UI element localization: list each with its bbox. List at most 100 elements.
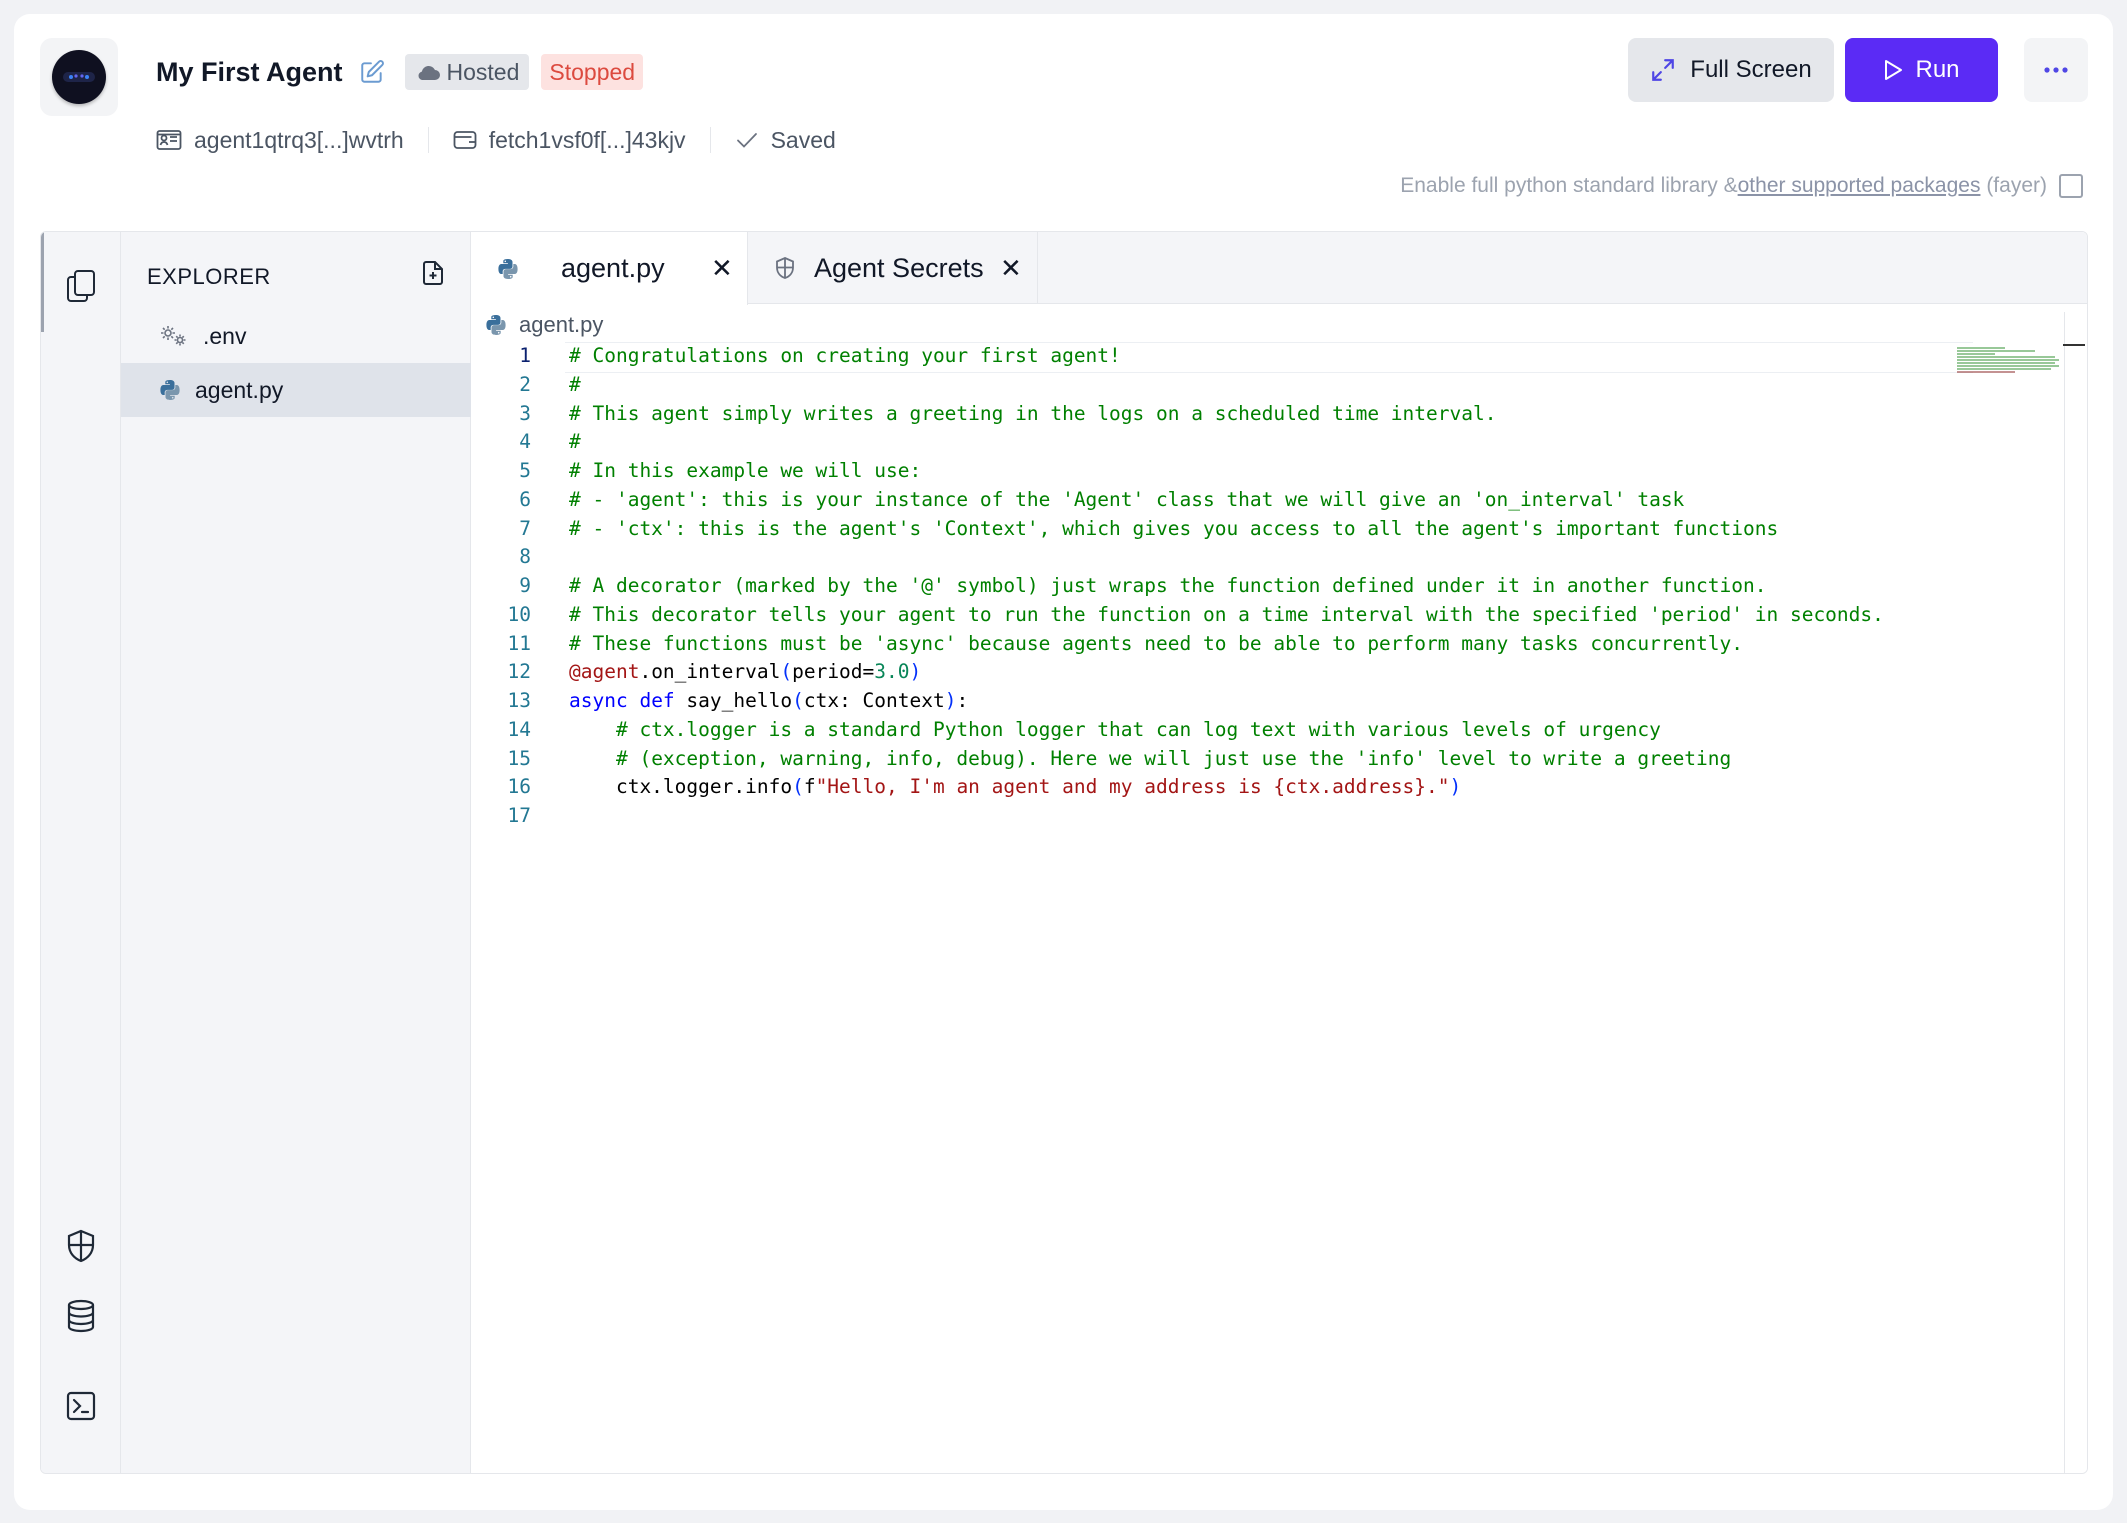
agent-name: My First Agent: [156, 56, 343, 87]
breadcrumb-file[interactable]: agent.py: [519, 312, 603, 338]
minimap[interactable]: [1955, 346, 2061, 376]
code-text: async def say_hello(ctx: Context):: [569, 689, 969, 712]
stdlib-text: Enable full python standard library &: [1400, 174, 1738, 197]
line-number: 17: [507, 804, 531, 827]
line-number: 13: [507, 689, 531, 712]
code-text: # - 'ctx': this is the agent's 'Context'…: [569, 516, 1779, 540]
database-icon[interactable]: [63, 1298, 99, 1334]
stdlib-suffix: (fayer): [1986, 174, 2047, 197]
run-label: Run: [1915, 56, 1960, 83]
file-name: .env: [203, 322, 247, 349]
expand-icon: [1652, 59, 1675, 81]
divider: [427, 127, 429, 153]
line-number: 7: [519, 516, 531, 540]
code-content[interactable]: 1 # Congratulations on creating your firs…: [471, 342, 2063, 831]
wallet-icon: [453, 131, 477, 149]
line-number: 14: [507, 717, 531, 741]
code-text: ctx.logger.info(f"Hello, I'm an agent an…: [569, 775, 1462, 799]
hosted-badge: Hosted: [404, 54, 530, 90]
full-screen-label: Full Screen: [1690, 56, 1812, 83]
terminal-icon[interactable]: [63, 1388, 99, 1424]
code-line[interactable]: 13 async def say_hello(ctx: Context):: [471, 687, 2063, 716]
run-button[interactable]: Run: [1845, 38, 1998, 102]
line-number: 10: [507, 602, 531, 626]
active-indicator: [41, 232, 44, 332]
status-badge: Stopped: [541, 54, 644, 90]
file-item-env[interactable]: .env: [121, 309, 471, 363]
code-line[interactable]: 7 # - 'ctx': this is the agent's 'Context…: [471, 515, 2063, 544]
code-line[interactable]: 5 # In this example we will use:: [471, 457, 2063, 486]
more-icon: [2044, 67, 2068, 73]
gear-icon: [161, 326, 186, 346]
activity-bar: [41, 232, 121, 1473]
stdlib-checkbox[interactable]: [2059, 174, 2083, 198]
tab-agent-py[interactable]: agent.py ✕: [471, 232, 748, 305]
code-text: @agent.on_interval(period=3.0): [569, 660, 922, 684]
file-explorer: EXPLORER .env agent.py: [121, 232, 471, 1473]
code-line[interactable]: 11 # These functions must be 'async' beca…: [471, 630, 2063, 659]
hosted-label: Hosted: [446, 58, 520, 85]
saved-label: Saved: [770, 126, 836, 153]
code-line[interactable]: 14 # ctx.logger is a standard Python log…: [471, 716, 2063, 745]
check-icon: [736, 133, 757, 148]
line-number: 16: [507, 775, 531, 799]
code-line[interactable]: 3 # This agent simply writes a greeting i…: [471, 400, 2063, 429]
scrollbar[interactable]: [2064, 312, 2065, 1473]
wallet-address[interactable]: fetch1vsf0f[...]43kjv: [453, 127, 686, 154]
agent-editor-card: My First Agent Hosted Stopped agent1qtrq…: [14, 14, 2113, 1510]
close-icon[interactable]: ✕: [1000, 253, 1022, 284]
editor-tabs: agent.py ✕ Agent Secrets ✕: [471, 232, 2087, 305]
code-line[interactable]: 15 # (exception, warning, info, debug). …: [471, 745, 2063, 774]
code-text: # This agent simply writes a greeting in…: [569, 401, 1497, 425]
line-number: 4: [519, 430, 531, 454]
line-number: 9: [519, 574, 531, 597]
files-icon[interactable]: [63, 268, 99, 304]
saved-indicator: Saved: [735, 127, 836, 154]
agent-avatar: [40, 38, 118, 116]
supported-packages-link[interactable]: other supported packages: [1738, 174, 1981, 197]
code-text: # In this example we will use:: [569, 459, 922, 482]
python-icon: [160, 380, 180, 400]
shield-icon: [776, 257, 794, 279]
code-line[interactable]: 17: [471, 802, 2063, 831]
explorer-title: EXPLORER: [147, 264, 271, 289]
breadcrumb: agent.py: [485, 312, 603, 338]
scrollbar-marker: [2063, 344, 2085, 346]
code-editor-panel: EXPLORER .env agent.py agent.py ✕ Agent …: [40, 231, 2088, 1474]
code-text: # - 'agent': this is your instance of th…: [569, 487, 1685, 511]
line-number: 8: [519, 545, 531, 569]
code-line[interactable]: 16 ctx.logger.info(f"Hello, I'm an agent…: [471, 773, 2063, 802]
line-number: 1: [519, 344, 531, 367]
code-text: # These functions must be 'async' becaus…: [569, 631, 1743, 655]
code-line[interactable]: 4 #: [471, 428, 2063, 457]
new-file-icon[interactable]: [422, 260, 450, 290]
file-item-agent-py[interactable]: agent.py: [121, 363, 471, 417]
close-icon[interactable]: ✕: [711, 253, 733, 284]
code-line[interactable]: 8: [471, 543, 2063, 572]
code-line[interactable]: 10 # This decorator tells your agent to r…: [471, 601, 2063, 630]
id-card-icon: [156, 130, 182, 150]
code-line[interactable]: 12 @agent.on_interval(period=3.0): [471, 658, 2063, 687]
agent-address[interactable]: agent1qtrq3[...]wvtrh: [156, 127, 404, 154]
code-text: # Congratulations on creating your first…: [569, 344, 1121, 367]
code-text: # (exception, warning, info, debug). Her…: [615, 746, 1732, 770]
line-number: 3: [519, 401, 531, 425]
more-options-button[interactable]: [2024, 38, 2088, 102]
agent-address-text: agent1qtrq3[...]wvtrh: [194, 126, 404, 153]
code-text: # ctx.logger is a standard Python logger…: [615, 717, 1661, 741]
editor-area: agent.py ✕ Agent Secrets ✕ agent.py 1 # …: [471, 232, 2087, 1473]
file-name: agent.py: [195, 376, 284, 403]
full-screen-button[interactable]: Full Screen: [1628, 38, 1834, 102]
tab-label: Agent Secrets: [814, 252, 984, 283]
code-line[interactable]: 9 # A decorator (marked by the '@' symbol…: [471, 572, 2063, 601]
code-line[interactable]: 1 # Congratulations on creating your firs…: [471, 342, 2063, 373]
stdlib-option: Enable full python standard library &oth…: [1400, 174, 2083, 198]
code-line[interactable]: 2 #: [471, 371, 2063, 400]
play-icon: [1885, 60, 1903, 80]
line-number: 2: [519, 372, 531, 396]
edit-icon[interactable]: [359, 59, 385, 85]
code-text: # This decorator tells your agent to run…: [569, 602, 1884, 626]
code-line[interactable]: 6 # - 'agent': this is your instance of t…: [471, 486, 2063, 515]
tab-agent-secrets[interactable]: Agent Secrets ✕: [748, 232, 1038, 304]
shield-icon[interactable]: [63, 1228, 99, 1264]
